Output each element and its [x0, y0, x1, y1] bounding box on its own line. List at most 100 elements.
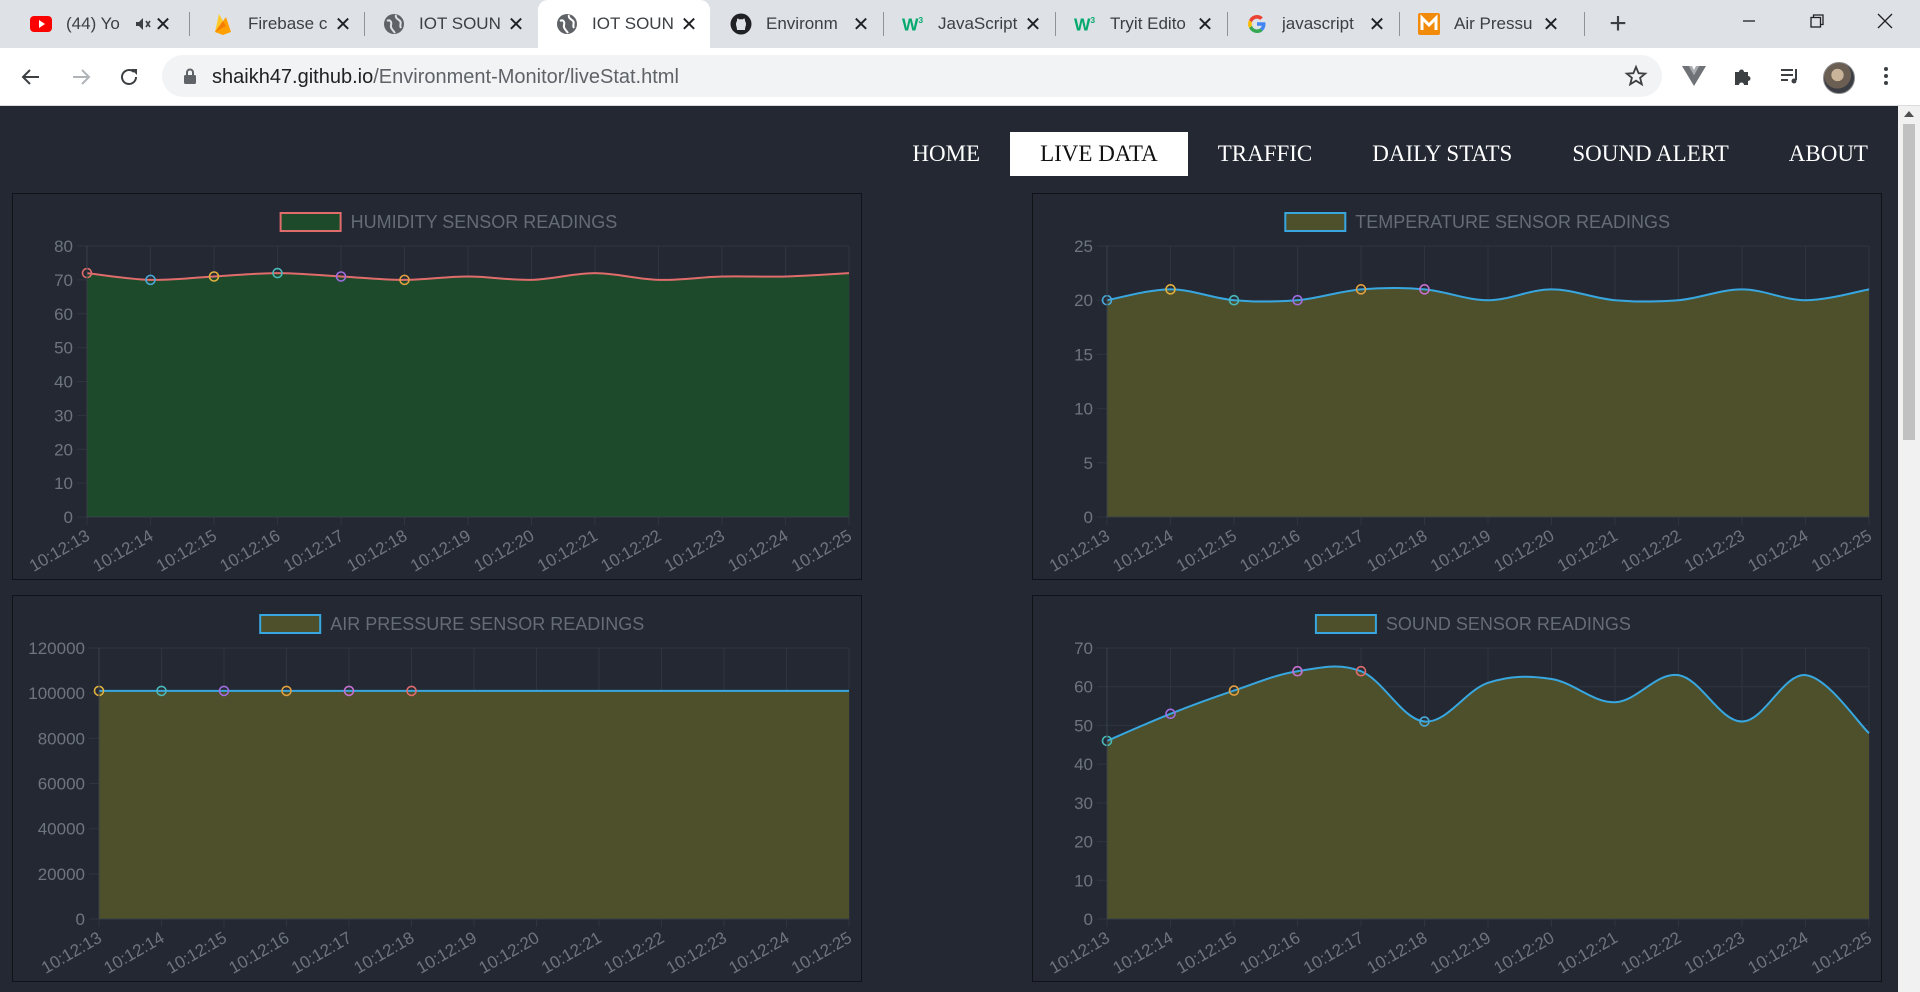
more-menu-icon[interactable] [1872, 62, 1900, 90]
svg-text:W: W [1074, 15, 1091, 33]
tab-title: (44) Yo [66, 14, 120, 33]
close-icon[interactable]: ✕ [152, 13, 174, 36]
page-scrollbar[interactable] [1898, 106, 1920, 992]
x-tick-label: 10:12:17 [280, 526, 347, 576]
restore-button[interactable] [1782, 0, 1852, 42]
github-icon [730, 13, 752, 35]
tab-title: Firebase c [248, 14, 328, 33]
x-tick-label: 10:12:14 [1110, 526, 1177, 576]
tab-iot-sound-active[interactable]: IOT SOUN ✕ [538, 0, 710, 48]
x-tick-label: 10:12:21 [1554, 526, 1621, 576]
y-tick-label: 20000 [38, 865, 85, 884]
close-icon[interactable]: ✕ [1022, 13, 1044, 36]
globe-icon [383, 13, 405, 35]
x-tick-label: 10:12:19 [413, 928, 480, 978]
close-icon[interactable]: ✕ [678, 13, 700, 36]
x-tick-label: 10:12:23 [663, 928, 730, 978]
back-button[interactable] [14, 60, 48, 94]
close-icon[interactable]: ✕ [1366, 13, 1388, 36]
tab-iot-sound-1[interactable]: IOT SOUN ✕ [365, 0, 537, 48]
y-tick-label: 50 [54, 339, 73, 358]
forward-button[interactable] [64, 60, 98, 94]
x-tick-label: 10:12:20 [471, 526, 538, 576]
close-window-button[interactable] [1850, 0, 1920, 42]
x-tick-label: 10:12:16 [1237, 526, 1304, 576]
x-tick-label: 10:12:20 [1491, 526, 1558, 576]
air-pressure-chart-card: AIR PRESSURE SENSOR READINGS 0 20000 40000 6… [12, 595, 862, 982]
x-tick-label: 10:12:16 [217, 526, 284, 576]
chart-title: AIR PRESSURE SENSOR READINGS [330, 614, 644, 634]
scroll-up-arrow[interactable] [1904, 111, 1914, 117]
x-tick-label: 10:12:13 [26, 526, 93, 576]
x-tick-label: 10:12:15 [153, 526, 220, 576]
x-tick-label: 10:12:23 [1681, 928, 1748, 978]
y-tick-label: 100000 [28, 684, 85, 703]
x-tick-label: 10:12:17 [1300, 928, 1367, 978]
chart-title: HUMIDITY SENSOR READINGS [351, 212, 618, 232]
reload-button[interactable] [112, 60, 146, 94]
x-tick-label: 10:12:18 [1364, 526, 1431, 576]
x-tick-label: 10:12:16 [1237, 928, 1304, 978]
y-tick-label: 10 [1074, 400, 1093, 419]
lock-icon[interactable] [180, 66, 200, 86]
tab-firebase[interactable]: Firebase c ✕ [194, 0, 364, 48]
y-tick-label: 60 [54, 305, 73, 324]
nav-traffic[interactable]: TRAFFIC [1188, 132, 1343, 176]
url-path: /Environment-Monitor/liveStat.html [373, 66, 679, 88]
humidity-sensor-readings-area [87, 273, 849, 517]
vue-devtools-icon[interactable] [1680, 62, 1708, 90]
air-pressure-chart: AIR PRESSURE SENSOR READINGS 0 20000 40000 6… [28, 614, 855, 978]
x-tick-label: 10:12:25 [1808, 526, 1875, 576]
nav-home[interactable]: HOME [882, 132, 1010, 176]
tab-youtube[interactable]: (44) Yo ✕ [12, 0, 184, 48]
x-tick-label: 10:12:24 [1745, 928, 1812, 978]
w3schools-icon: W3 [1074, 13, 1096, 35]
tab-title: Air Pressu [1454, 14, 1533, 33]
x-tick-label: 10:12:13 [1046, 928, 1113, 978]
nav-live-data[interactable]: LIVE DATA [1010, 132, 1188, 176]
browser-toolbar: shaikh47.github.io/Environment-Monitor/l… [0, 48, 1920, 106]
close-icon[interactable]: ✕ [1194, 13, 1216, 36]
scrollbar-thumb[interactable] [1903, 124, 1915, 440]
y-tick-label: 20 [1074, 291, 1093, 310]
speaker-mute-icon[interactable] [134, 15, 152, 33]
close-icon[interactable]: ✕ [332, 13, 354, 36]
address-bar[interactable]: shaikh47.github.io/Environment-Monitor/l… [162, 55, 1662, 97]
w3schools-icon: W3 [902, 13, 924, 35]
x-tick-label: 10:12:23 [661, 526, 728, 576]
tab-w3schools-javascript[interactable]: W3 JavaScript ✕ [884, 0, 1054, 48]
close-icon[interactable]: ✕ [505, 13, 527, 36]
close-icon[interactable]: ✕ [850, 13, 872, 36]
legend-swatch [259, 614, 322, 634]
new-tab-button[interactable]: + [1600, 7, 1636, 40]
nav-daily-stats[interactable]: DAILY STATS [1342, 132, 1542, 176]
x-tick-label: 10:12:15 [1173, 526, 1240, 576]
x-tick-label: 10:12:14 [1110, 928, 1177, 978]
close-icon[interactable]: ✕ [1540, 13, 1562, 36]
minimize-button[interactable] [1714, 0, 1784, 42]
extensions-puzzle-icon[interactable] [1729, 62, 1757, 90]
air-pressure-sensor-readings-area [99, 690, 849, 919]
tab-title: javascript [1282, 14, 1354, 33]
x-tick-label: 10:12:20 [476, 928, 543, 978]
sound-chart-card: SOUND SENSOR READINGS 0 10 20 30 40 50 60 70 10:1… [1032, 595, 1882, 982]
tab-w3schools-tryit[interactable]: W3 Tryit Edito ✕ [1056, 0, 1226, 48]
media-playlist-icon[interactable] [1776, 62, 1804, 90]
url-text[interactable]: shaikh47.github.io/Environment-Monitor/l… [212, 66, 679, 89]
nav-sound-alert[interactable]: SOUND ALERT [1542, 132, 1758, 176]
profile-avatar[interactable] [1823, 62, 1855, 94]
y-tick-label: 25 [1074, 237, 1093, 256]
bookmark-star-icon[interactable] [1624, 64, 1648, 88]
y-tick-label: 15 [1074, 345, 1093, 364]
tab-github[interactable]: Environm ✕ [712, 0, 882, 48]
nav-about[interactable]: ABOUT [1759, 132, 1898, 176]
x-tick-label: 10:12:19 [1427, 526, 1494, 576]
x-tick-label: 10:12:25 [788, 526, 855, 576]
y-tick-label: 40000 [38, 820, 85, 839]
x-tick-label: 10:12:22 [598, 526, 665, 576]
tab-google-search[interactable]: javascript ✕ [1228, 0, 1398, 48]
legend-swatch [1284, 212, 1347, 232]
y-tick-label: 0 [1084, 508, 1093, 527]
y-tick-label: 5 [1084, 454, 1093, 473]
tab-air-pressure[interactable]: Air Pressu ✕ [1400, 0, 1572, 48]
